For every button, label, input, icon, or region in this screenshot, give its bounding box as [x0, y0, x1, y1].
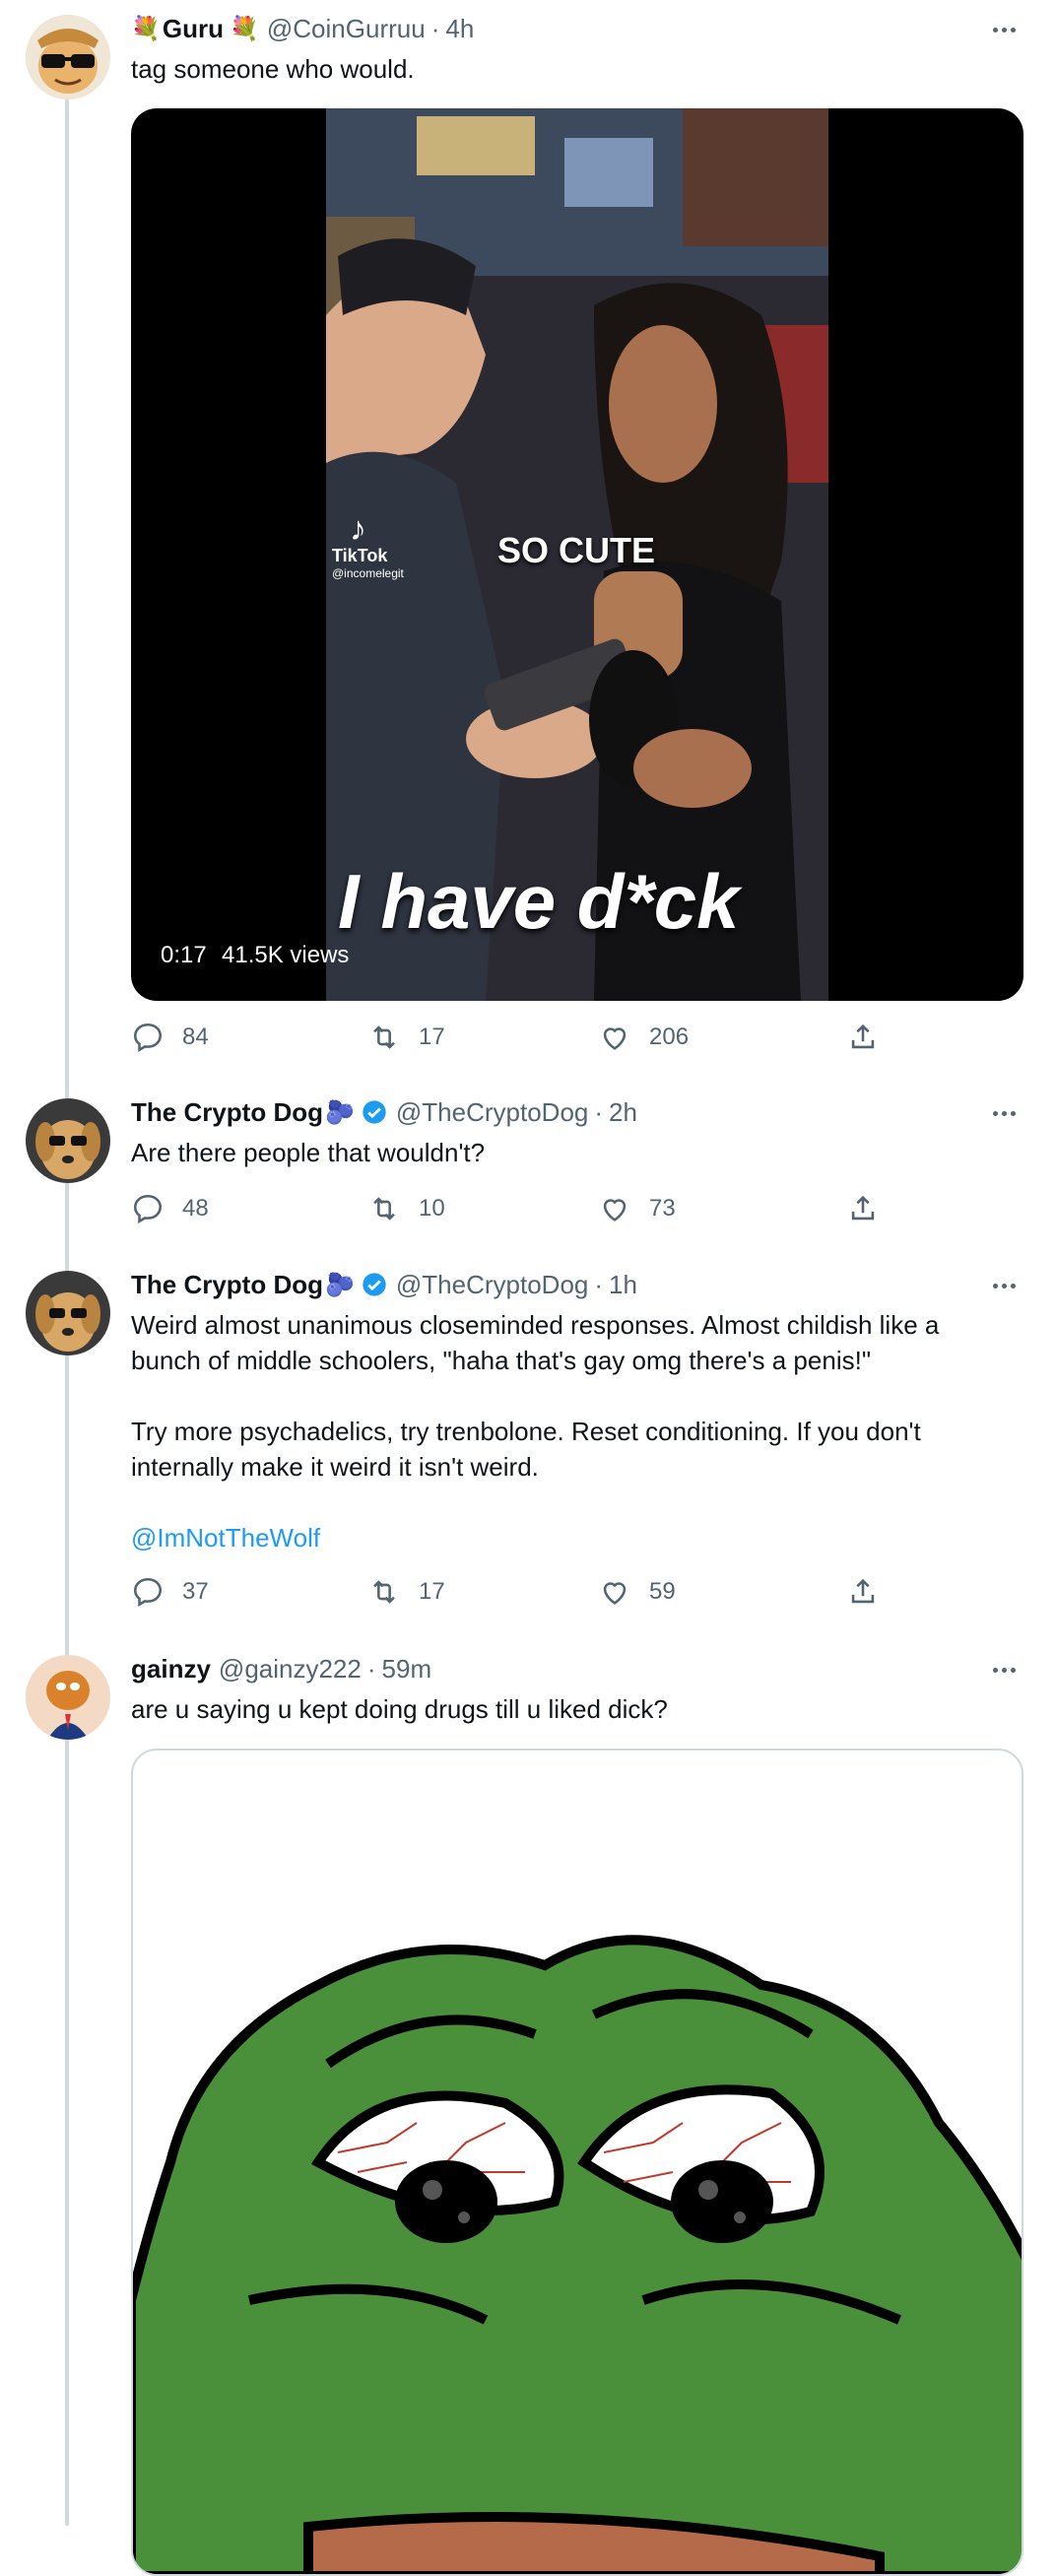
reply-icon — [133, 1023, 163, 1053]
tweet-1[interactable]: 💐 Guru 💐 @CoinGurruu · 4h tag someone wh… — [0, 0, 1056, 1084]
share-button[interactable] — [846, 1192, 897, 1225]
like-button[interactable]: 206 — [598, 1021, 689, 1054]
tweet-header: The Crypto Dog 🫐 @TheCryptoDog · 2h — [131, 1095, 637, 1129]
avatar-crypto-dog-icon — [26, 1098, 110, 1183]
video-caption-bottom: I have d*ck — [338, 858, 740, 945]
separator-dot: · — [430, 14, 440, 43]
tweet-image[interactable] — [131, 1749, 1023, 2576]
timestamp[interactable]: 59m — [382, 1652, 432, 1685]
reply-button[interactable]: 84 — [131, 1021, 209, 1054]
more-icon[interactable] — [989, 1271, 1019, 1300]
retweet-icon — [373, 1197, 395, 1221]
reply-icon — [133, 1194, 163, 1224]
like-count: 73 — [649, 1195, 676, 1222]
user-handle[interactable]: @TheCryptoDog — [396, 1095, 588, 1129]
tweet-text-line: Weird almost unanimous closeminded respo… — [131, 1310, 940, 1340]
share-icon — [851, 1578, 875, 1604]
avatar-crypto-dog-icon — [26, 1271, 110, 1355]
timestamp[interactable]: 4h — [445, 12, 474, 45]
like-count: 59 — [649, 1578, 676, 1605]
verified-badge-icon — [363, 1273, 386, 1296]
retweet-count: 17 — [419, 1024, 445, 1050]
tweet-text-line: internally make it weird it isn't weird. — [131, 1452, 539, 1482]
more-icon[interactable] — [989, 1098, 1019, 1128]
like-icon — [603, 1582, 627, 1605]
action-bar: 48 10 73 — [131, 1192, 899, 1231]
tiktok-logo-icon: ♪ — [350, 510, 366, 548]
separator-dot: · — [594, 1270, 604, 1299]
avatar[interactable] — [26, 15, 110, 99]
user-handle[interactable]: @gainzy222 — [219, 1652, 362, 1685]
like-button[interactable]: 73 — [598, 1192, 676, 1225]
reply-count: 84 — [182, 1024, 209, 1050]
user-handle[interactable]: @TheCryptoDog — [396, 1268, 588, 1301]
tweet-text: Weird almost unanimous closeminded respo… — [131, 1307, 998, 1555]
tweet-4[interactable]: gainzy @gainzy222 · 59m are u saying u k… — [0, 1640, 1056, 2576]
more-icon[interactable] — [989, 15, 1019, 44]
tweet-3[interactable]: The Crypto Dog 🫐 @TheCryptoDog · 1h Weir… — [0, 1256, 1056, 1650]
video-views: 41.5K views — [222, 942, 350, 968]
display-name[interactable]: The Crypto Dog — [131, 1268, 323, 1301]
tweet-text-line: bunch of middle schoolers, "haha that's … — [131, 1346, 872, 1375]
like-icon — [603, 1027, 627, 1050]
tweet-text-line: Try more psychadelics, try trenbolone. R… — [131, 1417, 921, 1446]
action-bar: 37 17 59 — [131, 1575, 899, 1615]
retweet-count: 10 — [419, 1195, 445, 1222]
tweet-header: gainzy @gainzy222 · 59m — [131, 1652, 431, 1685]
bouquet-emoji: 💐 — [230, 15, 259, 42]
action-bar: 84 17 206 — [131, 1021, 899, 1060]
tiktok-brand: TikTok — [332, 546, 388, 565]
tiktok-user: @incomelegit — [332, 566, 404, 580]
like-count: 206 — [649, 1024, 690, 1050]
user-handle[interactable]: @CoinGurruu — [267, 12, 426, 45]
like-icon — [603, 1199, 627, 1222]
share-icon — [851, 1024, 875, 1049]
retweet-button[interactable]: 17 — [367, 1575, 445, 1609]
timestamp[interactable]: 2h — [609, 1095, 637, 1129]
bouquet-emoji: 💐 — [131, 15, 161, 42]
reply-icon — [133, 1577, 163, 1608]
tweet-2[interactable]: The Crypto Dog 🫐 @TheCryptoDog · 2h Are … — [0, 1084, 1056, 1261]
blueberries-emoji: 🫐 — [325, 1098, 355, 1126]
display-name[interactable]: The Crypto Dog — [131, 1095, 323, 1129]
retweet-button[interactable]: 10 — [367, 1192, 445, 1225]
display-name[interactable]: Guru — [163, 12, 224, 45]
tweet-text: are u saying u kept doing drugs till u l… — [131, 1694, 668, 1724]
verified-badge-icon — [363, 1100, 386, 1124]
reply-count: 37 — [182, 1578, 209, 1605]
video-duration: 0:17 — [161, 942, 207, 968]
separator-dot: · — [594, 1097, 604, 1127]
display-name[interactable]: gainzy — [131, 1652, 211, 1685]
more-icon[interactable] — [989, 1655, 1019, 1684]
tweet-text: tag someone who would. — [131, 54, 415, 84]
blueberries-emoji: 🫐 — [325, 1271, 355, 1298]
avatar-gainzy-icon — [26, 1655, 110, 1740]
tweet-header: 💐 Guru 💐 @CoinGurruu · 4h — [131, 12, 474, 45]
share-icon — [851, 1195, 875, 1221]
video-player[interactable]: ♪ TikTok @incomelegit SO CUTE I have d*c… — [131, 108, 1023, 1001]
retweet-icon — [373, 1580, 395, 1604]
video-caption-top: SO CUTE — [497, 530, 656, 570]
tweet-header: The Crypto Dog 🫐 @TheCryptoDog · 1h — [131, 1268, 637, 1301]
tweet-text: Are there people that wouldn't? — [131, 1138, 486, 1167]
avatar[interactable] — [26, 1655, 110, 1740]
mention-link[interactable]: @ImNotTheWolf — [131, 1520, 998, 1555]
tiktok-watermark: ♪ TikTok @incomelegit — [332, 512, 404, 580]
retweet-button[interactable]: 17 — [367, 1021, 445, 1054]
avatar[interactable] — [26, 1098, 110, 1183]
retweet-icon — [373, 1025, 395, 1049]
pepe-image — [133, 1935, 1022, 2574]
share-button[interactable] — [846, 1575, 897, 1609]
timestamp[interactable]: 1h — [609, 1268, 637, 1301]
like-button[interactable]: 59 — [598, 1575, 676, 1609]
share-button[interactable] — [846, 1021, 897, 1054]
separator-dot: · — [366, 1654, 376, 1684]
reply-button[interactable]: 37 — [131, 1575, 209, 1609]
avatar[interactable] — [26, 1271, 110, 1355]
reply-count: 48 — [182, 1195, 209, 1222]
retweet-count: 17 — [419, 1578, 445, 1605]
avatar-guru-icon — [26, 15, 110, 99]
reply-button[interactable]: 48 — [131, 1192, 209, 1225]
